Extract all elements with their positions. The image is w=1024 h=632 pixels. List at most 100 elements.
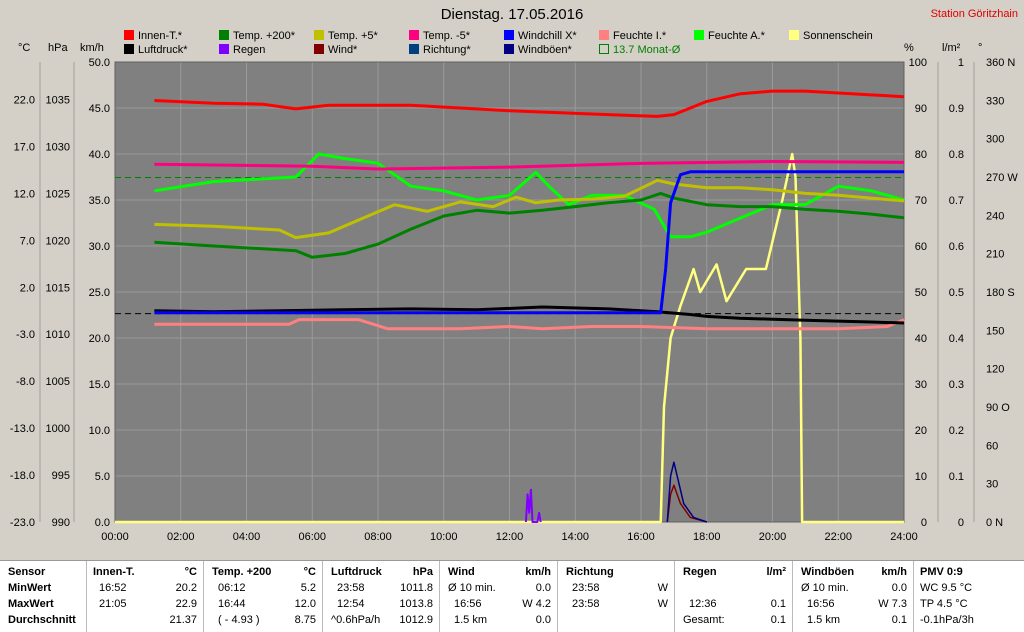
temp-tick-label: 22.0 (14, 95, 35, 107)
direction-tick-label: 90 O (986, 402, 1010, 414)
stats-time: 23:58 (572, 598, 600, 610)
rain-tick-label: 0.7 (949, 195, 964, 207)
temp-tick-label: 2.0 (20, 282, 35, 294)
wind-tick-label: 0.0 (95, 517, 110, 529)
stats-luftdruck: Luftdruck hPa 23:58 1011.8 12:54 1013.8 ^0.… (323, 561, 440, 632)
temp-tick-label: 17.0 (14, 141, 35, 153)
time-tick-label: 16:00 (627, 531, 655, 543)
humidity-tick-label: 10 (915, 471, 927, 483)
stats-value: 1012.9 (399, 614, 433, 626)
temp-tick-label: -8.0 (16, 376, 35, 388)
stats-value: 8.75 (294, 614, 316, 626)
rain-tick-label: 0.4 (949, 333, 964, 345)
wind-tick-label: 30.0 (89, 241, 110, 253)
stats-temp: Temp. +200 °C 06:12 5.2 16:44 12.0 ( - 4.93… (204, 561, 323, 632)
weather-chart: 22.0 17.0 12.0 7.0 2.0 -3.0 -8.0 -13.0 -18.0 -23.… (10, 57, 1018, 543)
rain-tick-label: 0.6 (949, 241, 964, 253)
stats-time: Gesamt: (683, 614, 725, 626)
humidity-tick-label: 70 (915, 195, 927, 207)
stats-time: ^0.6hPa/h (331, 614, 381, 626)
humidity-tick-label: 100 (909, 57, 927, 69)
wind-tick-label: 35.0 (89, 195, 110, 207)
direction-tick-label: 240 (986, 210, 1004, 222)
wind-tick-label: 50.0 (89, 57, 110, 69)
humidity-tick-label: 20 (915, 425, 927, 437)
temp-tick-label: -23.0 (10, 517, 35, 529)
humidity-tick-label: 50 (915, 287, 927, 299)
stats-value: 0.1 (770, 614, 786, 626)
direction-tick-label: 300 (986, 134, 1004, 146)
pressure-tick-label: 1035 (46, 95, 70, 107)
stats-time: 16:44 (218, 598, 246, 610)
stats-time: 12:36 (689, 598, 717, 610)
stats-value: 0.0 (535, 582, 551, 594)
stats-label: MinWert (8, 582, 52, 594)
direction-tick-label: 60 (986, 440, 998, 452)
pressure-tick-label: 1020 (46, 235, 70, 247)
stats-value: 5.2 (300, 582, 316, 594)
time-tick-label: 18:00 (693, 531, 721, 543)
stats-value: W (657, 582, 668, 594)
rain-tick-label: 1 (958, 57, 964, 69)
direction-tick-label: 0 N (986, 517, 1003, 529)
rain-tick-label: 0 (958, 517, 964, 529)
time-tick-label: 06:00 (298, 531, 326, 543)
direction-tick-label: 270 W (986, 172, 1018, 184)
direction-tick-label: 180 S (986, 287, 1015, 299)
stats-regen: Regen l/m² 12:36 0.1 Gesamt: 0.1 (675, 561, 793, 632)
temp-tick-label: -3.0 (16, 329, 35, 341)
humidity-tick-label: 60 (915, 241, 927, 253)
stats-value: 0.1 (891, 614, 907, 626)
stats-pmv: PMV 0:9 WC 9.5 °C TP 4.5 °C -0.1hPa/3h (914, 561, 1024, 632)
stats-time: Ø 10 min. (448, 582, 496, 594)
temp-tick-label: -13.0 (10, 423, 35, 435)
wind-tick-label: 20.0 (89, 333, 110, 345)
rain-tick-label: 0.5 (949, 287, 964, 299)
stats-value: WC 9.5 °C (920, 582, 973, 594)
stats-table: Sensor MinWert MaxWert Durchschnitt Inne… (0, 560, 1024, 632)
stats-value: 22.9 (175, 598, 197, 610)
stats-time: 1.5 km (807, 614, 841, 626)
direction-tick-label: 360 N (986, 57, 1015, 69)
stats-value: 0.0 (891, 582, 907, 594)
wind-tick-label: 25.0 (89, 287, 110, 299)
stats-time: ( - 4.93 ) (218, 614, 260, 626)
stats-label: MaxWert (8, 598, 54, 610)
rain-tick-label: 0.9 (949, 103, 964, 115)
stats-value: W 7.3 (878, 598, 907, 610)
stats-value: -0.1hPa/3h (920, 614, 974, 626)
wind-tick-label: 5.0 (95, 471, 110, 483)
humidity-tick-label: 80 (915, 149, 927, 161)
temp-tick-label: -18.0 (10, 470, 35, 482)
stats-time: 16:52 (99, 582, 127, 594)
direction-tick-label: 120 (986, 364, 1004, 376)
stats-richtung: Richtung 23:58 W 23:58 W (558, 561, 675, 632)
pressure-tick-label: 1000 (46, 423, 70, 435)
stats-time: Ø 10 min. (801, 582, 849, 594)
time-tick-label: 20:00 (759, 531, 787, 543)
wind-tick-label: 40.0 (89, 149, 110, 161)
pressure-tick-label: 1010 (46, 329, 70, 341)
rain-tick-label: 0.3 (949, 379, 964, 391)
rain-tick-label: 0.8 (949, 149, 964, 161)
time-tick-label: 00:00 (101, 531, 129, 543)
stats-value: TP 4.5 °C (920, 598, 968, 610)
stats-time: 16:56 (807, 598, 835, 610)
direction-tick-label: 210 (986, 249, 1004, 261)
stats-time: 21:05 (99, 598, 127, 610)
humidity-tick-label: 90 (915, 103, 927, 115)
time-tick-label: 02:00 (167, 531, 195, 543)
wind-tick-label: 15.0 (89, 379, 110, 391)
pressure-tick-label: 995 (52, 470, 70, 482)
stats-time: 1.5 km (454, 614, 488, 626)
stats-time: 23:58 (572, 582, 600, 594)
stats-value: 12.0 (294, 598, 316, 610)
humidity-tick-label: 0 (921, 517, 927, 529)
time-tick-label: 04:00 (233, 531, 261, 543)
stats-time: 06:12 (218, 582, 246, 594)
time-tick-label: 24:00 (890, 531, 918, 543)
stats-value: 0.0 (535, 614, 551, 626)
pressure-tick-label: 1015 (46, 282, 70, 294)
rain-tick-label: 0.1 (949, 471, 964, 483)
stats-value: 20.2 (175, 582, 197, 594)
